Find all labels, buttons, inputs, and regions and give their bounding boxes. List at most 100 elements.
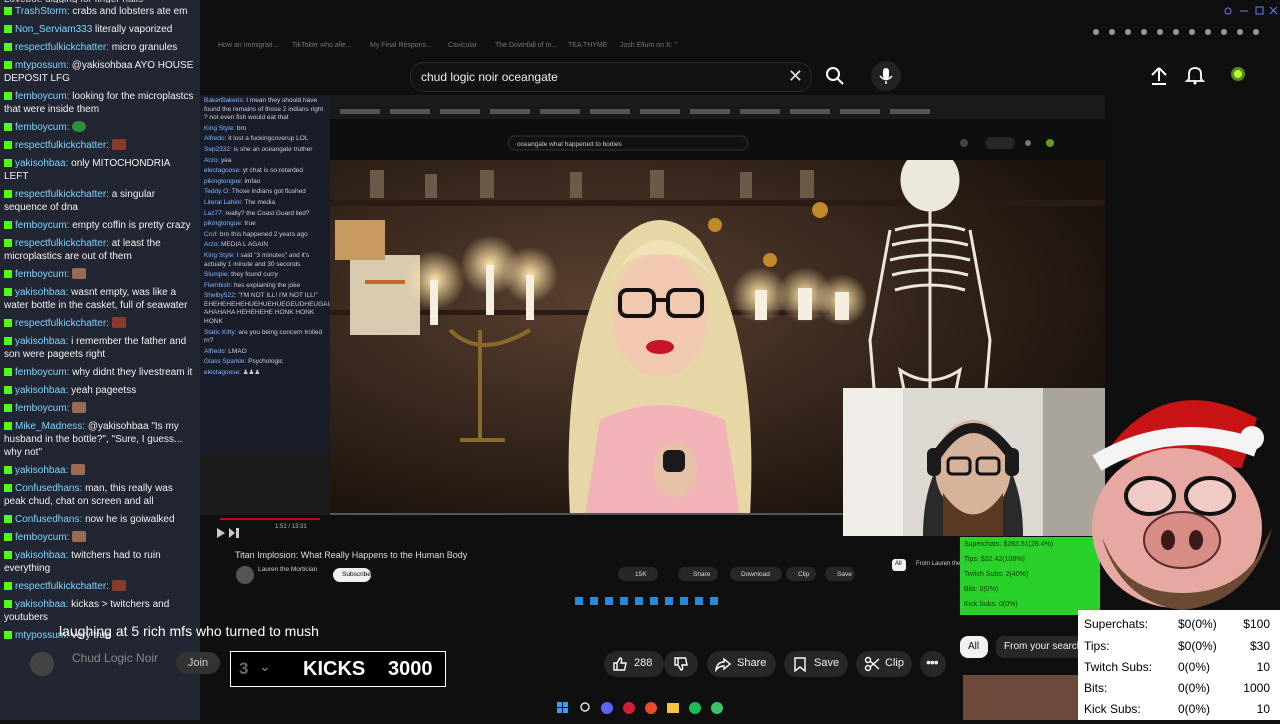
chat-username[interactable]: TrashStorm: [15, 6, 70, 17]
kick-chat-overlay: Lovebot: digging for finger nails TrashS… [0, 0, 200, 720]
chat-message: femboycum: [0, 119, 200, 137]
video-player[interactable]: BakerBakeris: I mean they should have fo… [200, 95, 1105, 615]
taskbar [550, 697, 750, 719]
kick-badge-icon [4, 466, 12, 474]
extension-icons [1090, 24, 1270, 37]
taskbar-icons[interactable] [550, 697, 750, 719]
donation-goal-row: Bits: 0(0%) 1000 [1084, 681, 1274, 699]
chat-username[interactable]: yakisohbaa: [15, 599, 68, 610]
chat-username[interactable]: Confusedhans: [15, 514, 82, 525]
window-controls [1220, 4, 1278, 16]
inner-browser-chrome [330, 105, 1105, 151]
search-input[interactable]: chud logic noir oceangate [421, 70, 558, 84]
chat-username[interactable]: yakisohbaa: [15, 158, 68, 169]
inner-chat-text: LMAO [228, 347, 247, 355]
channel-avatar[interactable] [30, 652, 54, 676]
upload-icon[interactable] [1148, 65, 1170, 87]
chat-username[interactable]: respectfulkickchatter: [15, 318, 109, 329]
inner-chat-username: BakerBakeris: [204, 97, 245, 104]
chat-message: Non_Serviam333 literally vaporized [0, 21, 200, 39]
chat-username[interactable]: femboycum: [15, 532, 69, 543]
chat-message: respectfulkickchatter: micro granules [0, 39, 200, 57]
chat-username[interactable]: respectfulkickchatter: [15, 238, 109, 249]
kick-badge-icon [4, 7, 12, 15]
inner-chat-username: Sep2332: [204, 145, 232, 153]
chip-all[interactable]: All [960, 636, 988, 658]
inner-goal-value: $283.51(28.4%) [1003, 541, 1054, 548]
account-avatar-icon[interactable] [1228, 64, 1248, 86]
share-button[interactable]: Share [707, 651, 776, 677]
chat-message: respectfulkickchatter: [0, 137, 200, 155]
inner-chat-username: Flembish: [204, 281, 233, 289]
chat-username[interactable]: respectfulkickchatter: [15, 140, 109, 151]
donation-goal-row: Twitch Subs: 0(0%) 10 [1084, 660, 1274, 678]
thumbs-up-icon [613, 657, 627, 671]
chat-username[interactable]: respectfulkickchatter: [15, 189, 109, 200]
bookmark-icon [794, 657, 806, 672]
chat-username[interactable]: yakisohbaa: [15, 550, 68, 561]
bookmark-ghost[interactable]: TikToker who alle... [292, 42, 352, 49]
inner-video-title: Titan Implosion: What Really Happens to … [235, 550, 468, 560]
inner-chat-message: Static Kitty: are you being concern trol… [204, 329, 326, 346]
share-icon [715, 657, 731, 672]
dislike-button[interactable] [664, 651, 698, 677]
kick-badge-icon [4, 270, 12, 278]
bookmark-ghost[interactable]: My Final Respons... [370, 42, 432, 49]
like-button[interactable]: 288 [604, 651, 664, 677]
chat-username[interactable]: yakisohbaa: [15, 465, 68, 476]
chat-username[interactable]: mtypossum: [15, 60, 69, 71]
chat-message: respectfulkickchatter: [0, 315, 200, 333]
chat-username[interactable]: Confusedhans: [15, 483, 82, 494]
inner-chat-message: Shelby522: "I'M NOT ILL! I'M NOT ILL!" E… [204, 292, 342, 326]
goal-progress: 0(0%) [1178, 702, 1211, 716]
window-controls-icon[interactable] [1220, 5, 1278, 17]
inner-chat-text: yea [220, 156, 232, 164]
chat-username[interactable]: yakisohbaa: [15, 336, 68, 347]
clear-search-icon[interactable]: ✕ [788, 66, 803, 87]
clip-button[interactable]: Clip [856, 651, 912, 677]
chat-username[interactable]: respectfulkickchatter: [15, 42, 109, 53]
inner-chat-message: King Style: bro [204, 125, 326, 134]
voice-search-button[interactable] [871, 61, 901, 91]
bookmark-ghost[interactable]: Cavicular [448, 42, 477, 49]
bookmark-ghost[interactable]: Josh Ellum on X: " [620, 42, 677, 49]
chat-username[interactable]: Non_Serviam333 [15, 24, 92, 35]
inner-chat-text: it lost a fuckingcoverup LOL [228, 135, 309, 143]
notifications-bell-icon[interactable] [1184, 64, 1206, 86]
webcam-overlay [843, 388, 1105, 536]
chat-username[interactable]: yakisohbaa: [15, 385, 68, 396]
kick-badge-icon [4, 368, 12, 376]
inner-chat-username: Arzo: [204, 156, 220, 164]
more-actions-button[interactable]: ••• [920, 651, 946, 677]
save-button[interactable]: Save [784, 651, 848, 677]
chat-username[interactable]: respectfulkickchatter: [15, 581, 109, 592]
chat-username[interactable]: femboycum: [15, 220, 69, 231]
chat-username[interactable]: femboycum: [15, 269, 69, 280]
channel-name[interactable]: Chud Logic Noir [72, 651, 158, 665]
chat-username[interactable]: femboycum: [15, 367, 69, 378]
search-box[interactable]: chud logic noir oceangate ✕ [410, 62, 812, 92]
chat-username[interactable]: femboycum: [15, 122, 69, 133]
goal-target: $100 [1243, 617, 1270, 631]
inner-chat-text: bro [236, 124, 247, 132]
chat-username[interactable]: femboycum: [15, 91, 69, 102]
chat-username[interactable]: femboycum: [15, 403, 69, 414]
bookmark-ghost[interactable]: TEA THYME [568, 42, 608, 49]
chat-message: mtypossum: @yakisohbaa AYO HOUSE DEPOSIT… [0, 57, 200, 88]
kick-badge-icon [4, 582, 12, 590]
inner-chat-text: MEDIA L AGAIN [220, 241, 269, 249]
chat-message: Confusedhans: now he is goiwalked [0, 511, 200, 529]
kick-badge-icon [4, 92, 12, 100]
inner-chat-message: BakerBakeris: I mean they should have fo… [204, 97, 326, 123]
toolbar-icon-strip[interactable] [1090, 27, 1270, 37]
bookmark-ghost[interactable]: How an Immigrati... [218, 42, 278, 49]
chat-username[interactable]: Mike_Madness: [15, 421, 85, 432]
kick-badge-icon [4, 484, 12, 492]
kick-badge-icon [4, 61, 12, 69]
bookmark-ghost[interactable]: The Downfall of In... [495, 42, 557, 49]
search-icon[interactable] [824, 65, 846, 87]
goal-label: Kick Subs: [1084, 702, 1141, 716]
join-button[interactable]: Join [176, 652, 220, 674]
related-thumbnail[interactable] [963, 675, 1078, 720]
chat-username[interactable]: yakisohbaa: [15, 287, 68, 298]
